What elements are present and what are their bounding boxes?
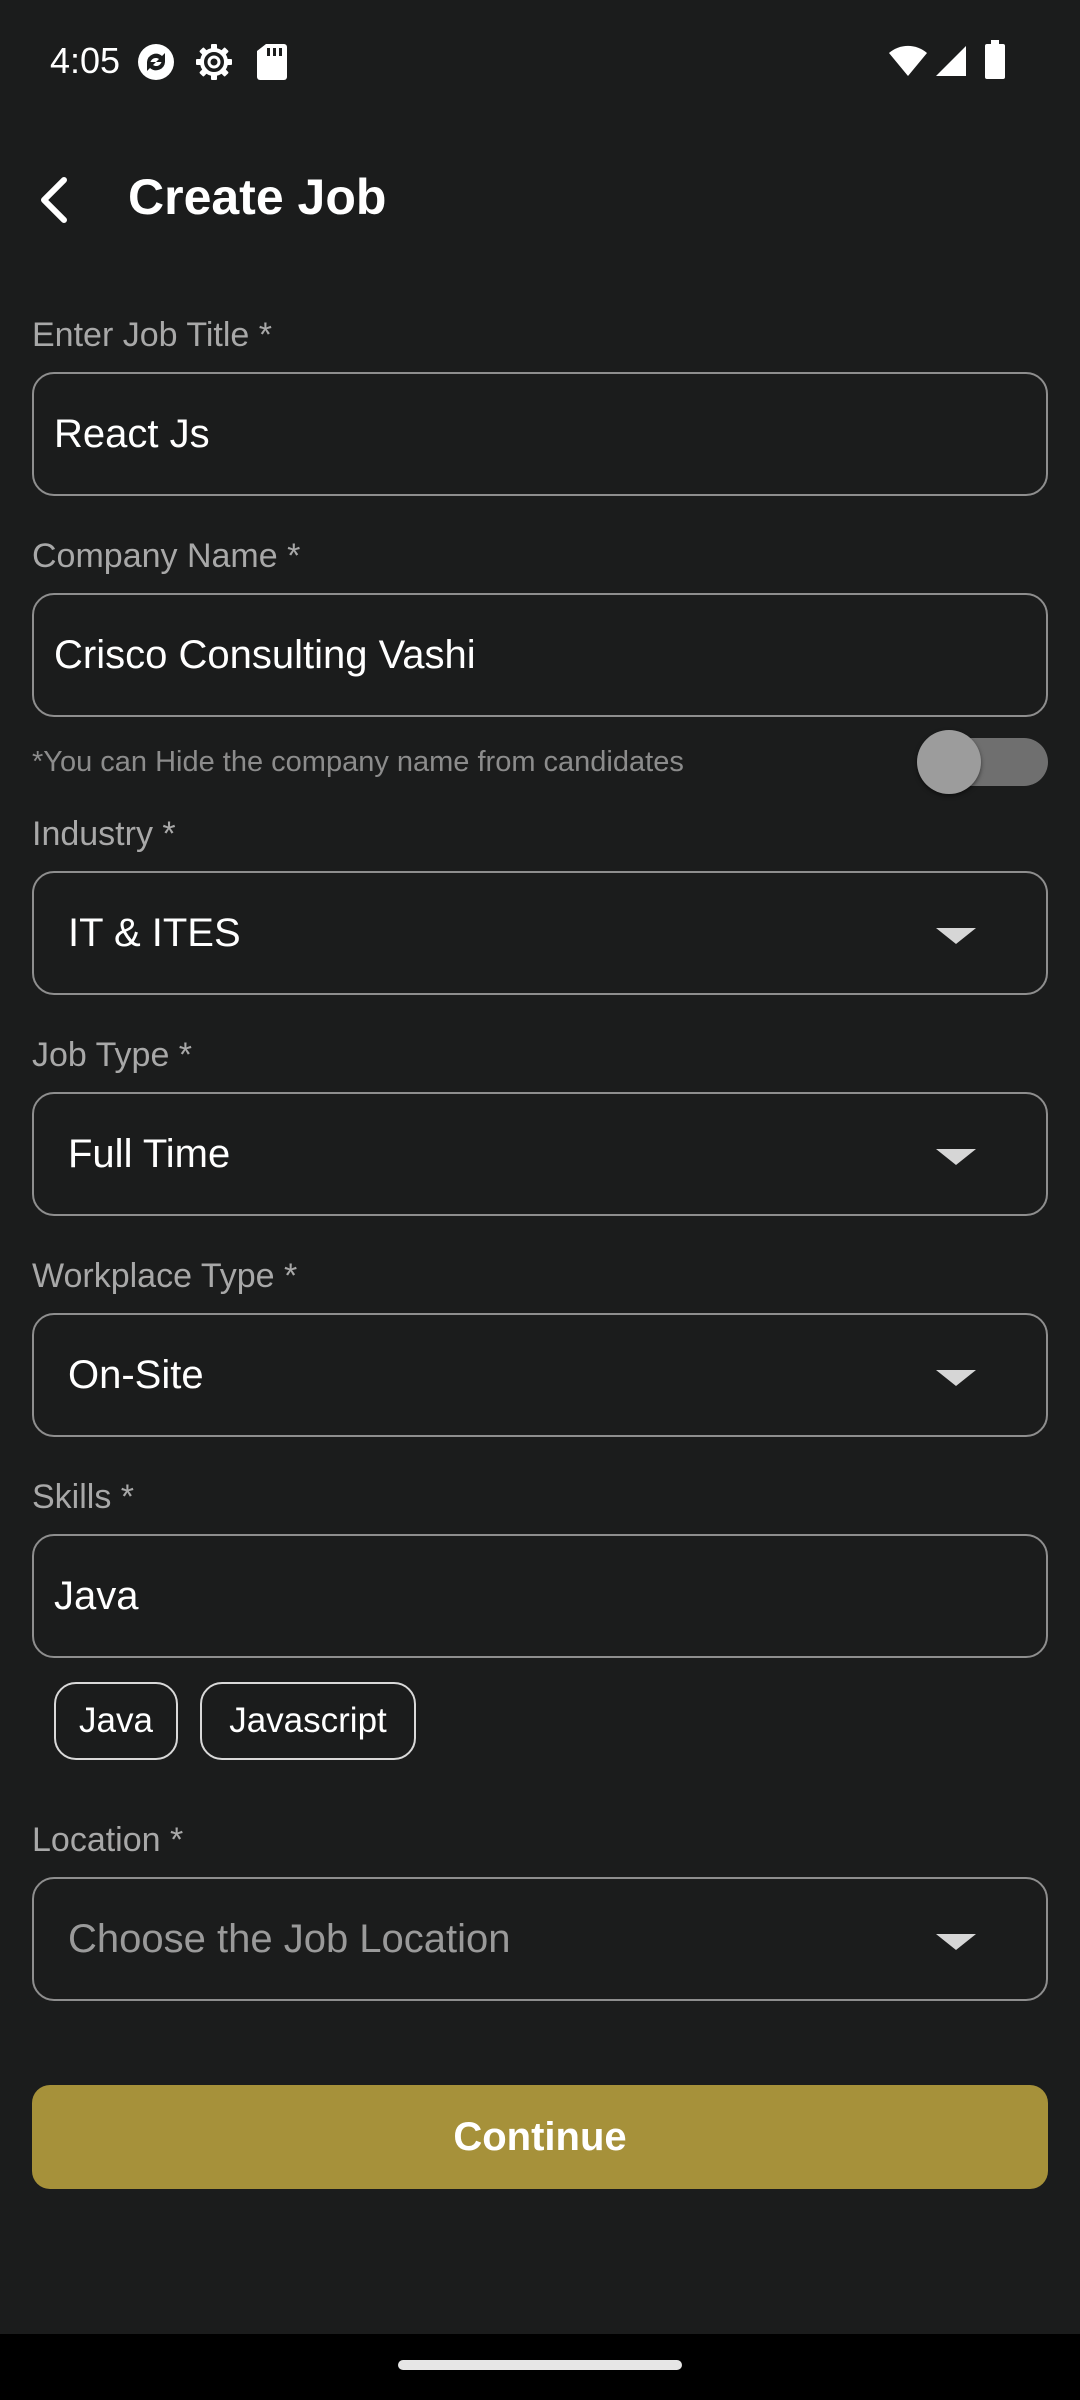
status-bar: 4:05 <box>0 0 1080 125</box>
job-title-value: React Js <box>54 411 210 456</box>
job-title-input[interactable]: React Js <box>32 372 1048 496</box>
job-title-label: Enter Job Title * <box>32 316 273 354</box>
dropdown-arrow-icon <box>936 1149 976 1165</box>
dropdown-arrow-icon <box>936 928 976 944</box>
industry-dropdown[interactable]: IT & ITES <box>32 871 1048 995</box>
create-job-screen: 4:05 Create Job Enter Job Title * React … <box>0 0 1080 2400</box>
industry-value: IT & ITES <box>68 910 241 955</box>
location-label: Location * <box>32 1821 184 1859</box>
job-type-dropdown[interactable]: Full Time <box>32 1092 1048 1216</box>
job-type-value: Full Time <box>68 1131 231 1176</box>
company-name-value: Crisco Consulting Vashi <box>54 632 476 677</box>
battery-icon <box>984 40 1006 85</box>
sd-card-icon <box>256 42 288 85</box>
toggle-thumb[interactable] <box>917 730 981 794</box>
signal-icon <box>934 44 968 83</box>
job-type-label: Job Type * <box>32 1036 193 1074</box>
settings-icon <box>194 42 234 87</box>
company-name-label: Company Name * <box>32 537 301 575</box>
workplace-type-label: Workplace Type * <box>32 1257 298 1295</box>
home-indicator[interactable] <box>398 2360 682 2370</box>
back-arrow-icon <box>41 177 67 223</box>
industry-label: Industry * <box>32 815 176 853</box>
wifi-icon <box>888 44 928 83</box>
hide-company-hint: *You can Hide the company name from cand… <box>32 746 684 778</box>
workplace-type-value: On-Site <box>68 1352 204 1397</box>
workplace-type-dropdown[interactable]: On-Site <box>32 1313 1048 1437</box>
skills-label: Skills * <box>32 1478 135 1516</box>
sync-icon <box>136 42 176 87</box>
location-placeholder: Choose the Job Location <box>68 1916 511 1961</box>
location-dropdown[interactable]: Choose the Job Location <box>32 1877 1048 2001</box>
skill-chip-java[interactable]: Java <box>54 1682 178 1760</box>
back-button[interactable] <box>14 160 94 240</box>
skills-input[interactable]: Java <box>32 1534 1048 1658</box>
status-time: 4:05 <box>50 40 121 81</box>
skill-chip-javascript[interactable]: Javascript <box>200 1682 416 1760</box>
dropdown-arrow-icon <box>936 1934 976 1950</box>
company-name-input[interactable]: Crisco Consulting Vashi <box>32 593 1048 717</box>
continue-button[interactable]: Continue <box>32 2085 1048 2189</box>
dropdown-arrow-icon <box>936 1370 976 1386</box>
skills-value: Java <box>54 1573 139 1618</box>
page-title: Create Job <box>128 169 387 225</box>
